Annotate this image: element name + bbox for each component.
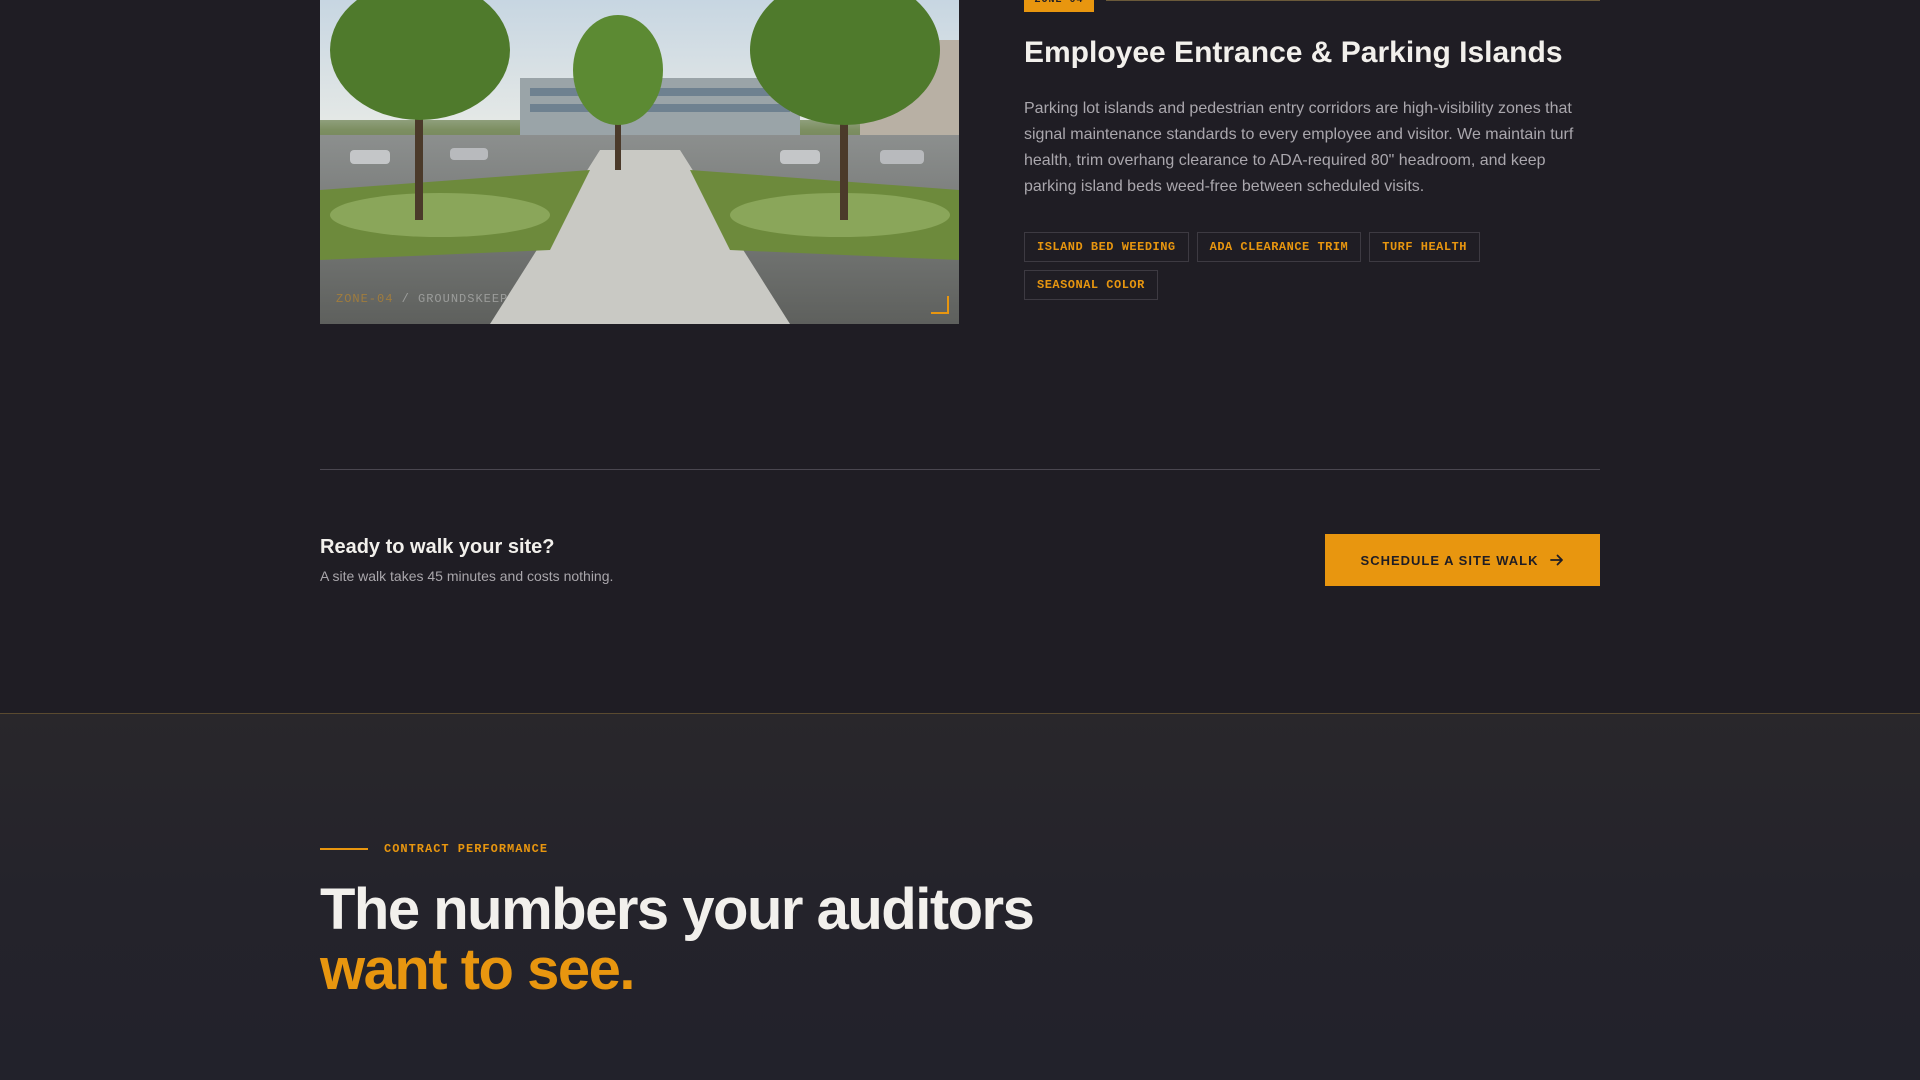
zone-service-tags: ISLAND BED WEEDING ADA CLEARANCE TRIM TU… — [1024, 232, 1600, 300]
zone-photo: ZONE-04 / GROUNDSKEEP — [320, 0, 959, 324]
cta-heading: Ready to walk your site? — [320, 536, 555, 558]
zone-description: Parking lot islands and pedestrian entry… — [1024, 100, 1574, 195]
section-headline: The numbers your auditors want to see. — [320, 880, 1220, 1000]
eyebrow-line — [320, 848, 368, 850]
parking-island-photo — [320, 0, 959, 324]
cta-subtext: A site walk takes 45 minutes and costs n… — [320, 568, 614, 584]
service-tag: ADA CLEARANCE TRIM — [1196, 232, 1362, 262]
service-tag: TURF HEALTH — [1369, 232, 1480, 262]
photo-corner-bracket — [931, 296, 949, 314]
service-tag: SEASONAL COLOR — [1024, 270, 1158, 300]
zone-title: Employee Entrance & Parking Islands — [1024, 36, 1563, 69]
schedule-site-walk-button[interactable]: SCHEDULE A SITE WALK — [1325, 534, 1600, 586]
cta-divider — [320, 469, 1600, 470]
photo-caption-separator: / — [393, 292, 419, 306]
headline-line-1: The numbers your auditors — [320, 877, 1035, 942]
zone-tag: ZONE-04 — [1024, 0, 1094, 12]
headline-line-2: want to see. — [320, 937, 635, 1002]
photo-caption-brand: GROUNDSKEEP — [418, 292, 509, 306]
schedule-site-walk-label: SCHEDULE A SITE WALK — [1360, 552, 1539, 568]
photo-caption: ZONE-04 / GROUNDSKEEP — [336, 292, 508, 306]
photo-caption-zone: ZONE-04 — [336, 292, 394, 306]
section-eyebrow: CONTRACT PERFORMANCE — [384, 842, 549, 856]
page: ZONE-04 / GROUNDSKEEP ZONE-04 Employee E… — [0, 0, 1920, 1080]
service-tag: ISLAND BED WEEDING — [1024, 232, 1189, 262]
zone-tag-rule — [1106, 0, 1600, 1]
arrow-right-icon — [1550, 554, 1564, 566]
